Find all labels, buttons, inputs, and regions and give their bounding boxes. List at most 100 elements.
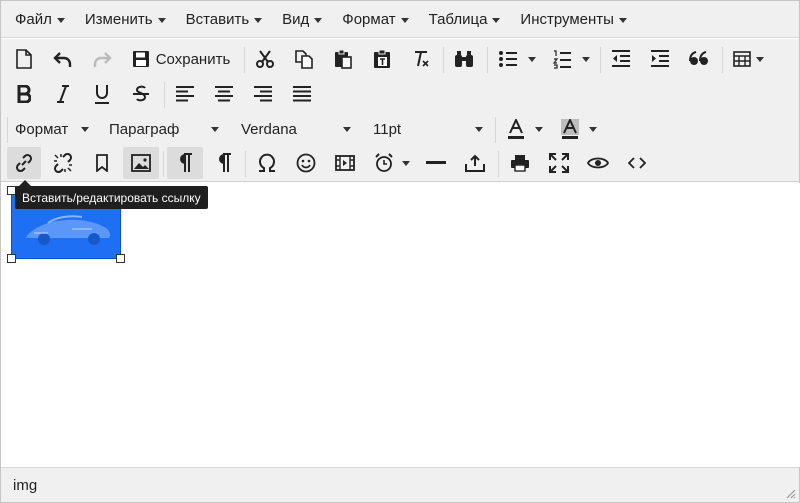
- background-color-button[interactable]: [555, 113, 603, 145]
- text-color-button[interactable]: [501, 113, 549, 145]
- justify-button[interactable]: [287, 78, 317, 110]
- horizontal-rule-icon: [426, 161, 446, 164]
- block-format-select[interactable]: Параграф: [103, 114, 223, 144]
- fullscreen-button[interactable]: [544, 147, 574, 179]
- preview-button[interactable]: [583, 147, 613, 179]
- menu-file-label: Файл: [15, 10, 52, 28]
- chevron-down-icon: [582, 56, 590, 62]
- italic-icon: [57, 85, 69, 103]
- toolbar-divider: [722, 47, 723, 73]
- clear-formatting-button[interactable]: [406, 43, 436, 75]
- save-label: Сохранить: [155, 50, 231, 68]
- film-icon: [335, 155, 355, 171]
- new-document-button[interactable]: [9, 43, 39, 75]
- special-character-button[interactable]: [251, 147, 283, 179]
- horizontal-line-button[interactable]: [421, 147, 451, 179]
- menu-tools[interactable]: Инструменты: [510, 4, 637, 34]
- format-menu-label: Формат: [15, 120, 69, 138]
- toolbar-divider: [498, 151, 499, 177]
- menu-file[interactable]: Файл: [5, 4, 75, 34]
- save-button[interactable]: Сохранить: [127, 43, 235, 75]
- align-center-button[interactable]: [209, 78, 239, 110]
- anchor-button[interactable]: [87, 147, 117, 179]
- menu-view[interactable]: Вид: [272, 4, 332, 34]
- eye-icon: [587, 157, 609, 169]
- strikethrough-button[interactable]: [126, 78, 156, 110]
- insert-datetime-button[interactable]: [369, 147, 415, 179]
- insert-image-button[interactable]: [123, 147, 159, 179]
- resize-grip-icon[interactable]: [784, 487, 796, 499]
- show-blocks-button[interactable]: [167, 147, 203, 179]
- element-path[interactable]: img: [13, 477, 37, 494]
- menu-insert[interactable]: Вставить: [176, 4, 273, 34]
- pilcrow-icon: [219, 153, 231, 172]
- underline-button[interactable]: [87, 78, 117, 110]
- chevron-down-icon: [343, 127, 351, 132]
- printer-icon: [511, 155, 529, 172]
- resize-handle-bottom-right[interactable]: [116, 254, 125, 263]
- statusbar: img: [1, 467, 799, 502]
- find-replace-button[interactable]: [449, 43, 479, 75]
- chevron-down-icon: [81, 127, 89, 132]
- bold-button[interactable]: [9, 78, 39, 110]
- chevron-down-icon: [535, 126, 543, 132]
- binoculars-icon: [455, 51, 473, 67]
- source-code-button[interactable]: [622, 147, 652, 179]
- chevron-down-icon: [528, 56, 536, 62]
- emoticons-button[interactable]: [291, 147, 321, 179]
- chevron-down-icon: [589, 126, 597, 132]
- table-button[interactable]: [728, 43, 768, 75]
- blockquote-button[interactable]: [684, 43, 714, 75]
- outdent-button[interactable]: [606, 43, 636, 75]
- bookmark-icon: [96, 154, 108, 172]
- align-left-button[interactable]: [170, 78, 200, 110]
- link-icon: [15, 153, 33, 173]
- justify-icon: [293, 86, 311, 102]
- toolbar-divider: [487, 47, 488, 73]
- toolbar: Сохранить Формат Параграф Verdana 11pt: [1, 39, 799, 182]
- menu-tools-label: Инструменты: [520, 10, 614, 28]
- chevron-down-icon: [211, 127, 219, 132]
- redo-button[interactable]: [87, 43, 117, 75]
- fullscreen-icon: [549, 153, 569, 173]
- align-right-button[interactable]: [248, 78, 278, 110]
- chevron-down-icon: [618, 17, 627, 23]
- menu-edit[interactable]: Изменить: [75, 4, 176, 34]
- indent-button[interactable]: [645, 43, 675, 75]
- editor-content-area[interactable]: [2, 183, 800, 467]
- menu-insert-label: Вставить: [185, 10, 250, 28]
- chevron-down-icon: [402, 160, 410, 166]
- resize-handle-bottom-left[interactable]: [7, 254, 16, 263]
- copy-icon: [295, 50, 313, 69]
- redo-icon: [93, 52, 112, 67]
- clear-format-icon: [415, 51, 429, 67]
- font-size-select[interactable]: 11pt: [367, 114, 487, 144]
- paste-as-text-button[interactable]: [367, 43, 397, 75]
- insert-link-button[interactable]: [7, 147, 41, 179]
- numbered-list-button[interactable]: [547, 43, 595, 75]
- insert-media-button[interactable]: [330, 147, 360, 179]
- save-icon: [132, 51, 149, 67]
- cut-button[interactable]: [250, 43, 280, 75]
- numbered-list-icon: [552, 50, 571, 69]
- block-format-value: Параграф: [109, 120, 180, 138]
- menu-format[interactable]: Формат: [332, 4, 418, 34]
- omega-icon: [259, 153, 275, 172]
- print-button[interactable]: [504, 147, 536, 179]
- toolbar-divider: [443, 47, 444, 73]
- copy-button[interactable]: [289, 43, 319, 75]
- link-tooltip: Вставить/редактировать ссылку: [15, 186, 208, 209]
- paste-button[interactable]: [328, 43, 358, 75]
- italic-button[interactable]: [48, 78, 78, 110]
- remove-link-button[interactable]: [48, 147, 78, 179]
- undo-button[interactable]: [48, 43, 78, 75]
- page-break-button[interactable]: [460, 147, 490, 179]
- font-family-select[interactable]: Verdana: [235, 114, 355, 144]
- chevron-down-icon: [475, 127, 483, 132]
- bullet-list-button[interactable]: [493, 43, 541, 75]
- menu-table[interactable]: Таблица: [419, 4, 511, 34]
- toolbar-divider: [245, 151, 246, 177]
- format-menu-dropdown[interactable]: Формат: [15, 114, 93, 144]
- tooltip-text: Вставить/редактировать ссылку: [22, 190, 201, 205]
- show-invisible-chars-button[interactable]: [209, 147, 239, 179]
